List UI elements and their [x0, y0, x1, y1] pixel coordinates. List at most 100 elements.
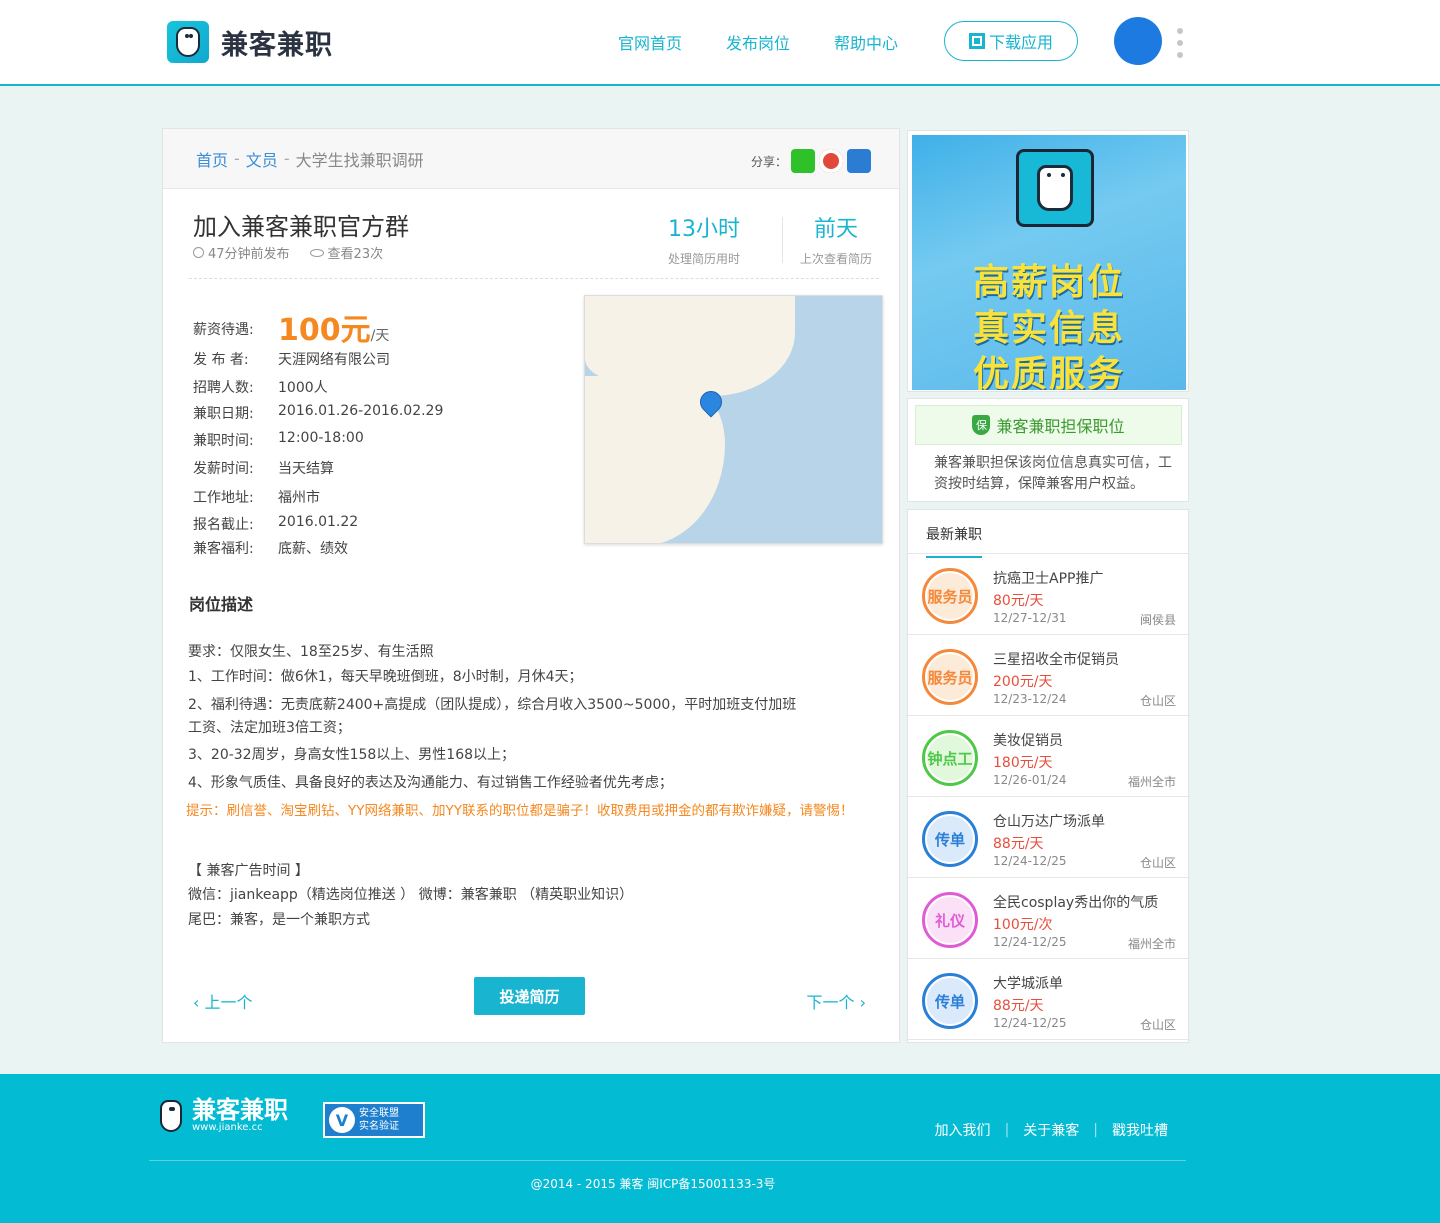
nav-home[interactable]: 官网首页 — [618, 30, 682, 54]
breadcrumb-category[interactable]: 文员 — [246, 147, 278, 171]
job-title: 加入兼客兼职官方群 — [193, 213, 409, 241]
job-location: 仓山区 — [1139, 1018, 1176, 1032]
field-label: 兼客福利: — [193, 541, 254, 557]
guarantee-title: 兼客兼职担保职位 — [996, 417, 1125, 436]
job-title: 三星招收全市促销员 — [993, 652, 1119, 668]
latest-job-item[interactable]: 服务员 抗癌卫士APP推广 80元/天 12/27-12/31 闽侯县 — [908, 555, 1188, 635]
next-job-link[interactable]: 下一个 › — [807, 989, 867, 1013]
guarantee-header: 保 兼客兼职担保职位 — [915, 405, 1182, 445]
footer-links: 加入我们 | 关于兼客 | 戳我吐槽 — [934, 1120, 1168, 1140]
footer: 兼客兼职 www.jianke.cc V 安全联盟 实名验证 加入我们 | 关于兼… — [0, 1074, 1440, 1223]
brand-name: 兼客兼职 — [221, 29, 333, 61]
job-date: 12/27-12/31 — [993, 611, 1067, 625]
job-category-badge: 钟点工 — [922, 730, 978, 786]
latest-job-item[interactable]: 传单 大学城派单 88元/天 12/24-12/25 仓山区 — [908, 960, 1188, 1040]
job-price: 200元/天 — [993, 674, 1053, 690]
job-title: 大学城派单 — [993, 976, 1063, 992]
job-price: 80元/天 — [993, 593, 1044, 609]
rhino-logo-icon — [160, 1099, 182, 1132]
description-line: 3、20-32周岁，身高女性158以上、男性168以上； — [188, 747, 516, 763]
job-title: 美妆促销员 — [993, 733, 1063, 749]
field-value: 12:00-18:00 — [278, 430, 364, 446]
field-value: 1000人 — [278, 380, 328, 396]
weibo-share-icon[interactable] — [819, 149, 843, 173]
latest-job-item[interactable]: 服务员 三星招收全市促销员 200元/天 12/23-12/24 仓山区 — [908, 636, 1188, 716]
job-price: 88元/天 — [993, 998, 1044, 1014]
job-date: 12/23-12/24 — [993, 692, 1067, 706]
breadcrumb-separator: - — [283, 149, 290, 168]
field-label: 发薪时间: — [193, 461, 254, 477]
nav-help-center[interactable]: 帮助中心 — [834, 30, 898, 54]
field-value: 2016.01.26-2016.02.29 — [278, 403, 444, 419]
breadcrumb-separator: - — [234, 149, 240, 168]
field-label: 兼职日期: — [193, 406, 254, 422]
field-value: 底薪、绩效 — [278, 541, 348, 557]
main-nav: 官网首页 发布岗位 帮助中心 — [618, 30, 898, 54]
cert-line: 安全联盟 — [359, 1108, 399, 1119]
banner-line: 优质服务 — [972, 354, 1125, 390]
job-location: 福州全市 — [1127, 775, 1176, 789]
breadcrumb-home[interactable]: 首页 — [196, 147, 228, 171]
field-label: 薪资待遇: — [193, 322, 254, 338]
panel-title: 最新兼职 — [926, 524, 982, 558]
description-line: 4、形象气质佳、具备良好的表达及沟通能力、有过销售工作经验者优先考虑； — [188, 775, 673, 791]
guarantee-box: 保 兼客兼职担保职位 兼客兼职担保该岗位信息真实可信，工资按时结算，保障兼客用户… — [907, 398, 1189, 502]
job-title: 抗癌卫士APP推广 — [993, 571, 1104, 587]
user-avatar[interactable] — [1114, 17, 1162, 65]
description-line: 1、工作时间：做6休1，每天早晚班倒班，8小时制，月休4天； — [188, 669, 583, 685]
breadcrumb-current: 大学生找兼职调研 — [295, 150, 424, 170]
job-title: 全民cosplay秀出你的气质 — [993, 895, 1159, 911]
job-category-badge: 服务员 — [922, 568, 978, 624]
job-location: 仓山区 — [1139, 694, 1176, 708]
job-category-badge: 服务员 — [922, 649, 978, 705]
banner-line: 高薪岗位 — [972, 262, 1125, 303]
job-location: 仓山区 — [1139, 856, 1176, 870]
view-count: 查看23次 — [309, 243, 383, 262]
field-value: 福州市 — [278, 490, 320, 506]
job-date: 12/26-01/24 — [993, 773, 1067, 787]
guarantee-text: 兼客兼职担保该岗位信息真实可信，工资按时结算，保障兼客用户权益。 — [934, 455, 1172, 492]
qzone-share-icon[interactable] — [847, 149, 871, 173]
footer-link-join[interactable]: 加入我们 — [935, 1120, 991, 1140]
stat-label: 处理简历用时 — [668, 252, 741, 266]
rhino-logo-icon — [1016, 149, 1094, 227]
posted-time: 47分钟前发布 — [193, 243, 290, 262]
salary-value: 100元/天 — [278, 313, 390, 348]
footer-link-feedback[interactable]: 戳我吐槽 — [1112, 1120, 1168, 1140]
job-price: 100元/次 — [993, 917, 1053, 933]
job-date: 12/24-12/25 — [993, 1016, 1067, 1030]
stat-label: 上次查看简历 — [800, 252, 873, 266]
resume-processing-stat: 13小时 处理简历用时 — [668, 211, 740, 267]
footer-logo[interactable]: 兼客兼职 www.jianke.cc — [160, 1098, 288, 1133]
ad-line: 微信：jiankeapp（精选岗位推送 ） 微博：兼客兼职 （精英职业知识） — [188, 887, 634, 903]
publisher-link[interactable]: 天涯网络有限公司 — [278, 349, 390, 369]
brand-logo[interactable]: 兼客兼职 — [167, 21, 333, 63]
job-title: 仓山万达广场派单 — [993, 814, 1105, 830]
field-value: 2016.01.22 — [278, 514, 359, 530]
download-app-button[interactable]: 下载应用 — [944, 21, 1078, 61]
top-header: 兼客兼职 官网首页 发布岗位 帮助中心 下载应用 — [0, 0, 1440, 86]
prev-job-link[interactable]: ‹ 上一个 — [193, 989, 253, 1013]
latest-job-item[interactable]: 传单 仓山万达广场派单 88元/天 12/24-12/25 仓山区 — [908, 798, 1188, 878]
latest-job-item[interactable]: 礼仪 全民cosplay秀出你的气质 100元/次 12/24-12/25 福州全市 — [908, 879, 1188, 959]
footer-brand: 兼客兼职 — [192, 1096, 288, 1124]
footer-link-about[interactable]: 关于兼客 — [1023, 1120, 1079, 1140]
job-date: 12/24-12/25 — [993, 935, 1067, 949]
banner-line: 真实信息 — [972, 308, 1125, 349]
latest-jobs-panel: 最新兼职 服务员 抗癌卫士APP推广 80元/天 12/27-12/31 闽侯县 服务员三… — [907, 509, 1189, 1043]
shield-icon: 保 — [972, 415, 991, 435]
more-menu-icon[interactable] — [1177, 28, 1183, 58]
latest-job-item[interactable]: 钟点工 美妆促销员 180元/天 12/26-01/24 福州全市 — [908, 717, 1188, 797]
description-line: 工资、法定加班3倍工资； — [188, 720, 351, 736]
job-meta: 47分钟前发布 查看23次 — [193, 243, 383, 262]
submit-resume-button[interactable]: 投递简历 — [474, 977, 585, 1015]
promo-banner[interactable]: 高薪岗位 真实信息 优质服务 — [907, 130, 1189, 392]
nav-post-job[interactable]: 发布岗位 — [726, 30, 790, 54]
field-value: 当天结算 — [278, 461, 334, 477]
security-cert-badge[interactable]: V 安全联盟 实名验证 — [323, 1102, 425, 1138]
wechat-share-icon[interactable] — [791, 149, 815, 173]
job-detail-card: 首页 - 文员 - 大学生找兼职调研 分享： 加入兼客兼职官方群 47分钟前发布… — [162, 128, 900, 1043]
location-map[interactable] — [584, 295, 883, 544]
ad-line: 尾巴：兼客，是一个兼职方式 — [188, 912, 370, 928]
field-label: 报名截止: — [193, 517, 254, 533]
